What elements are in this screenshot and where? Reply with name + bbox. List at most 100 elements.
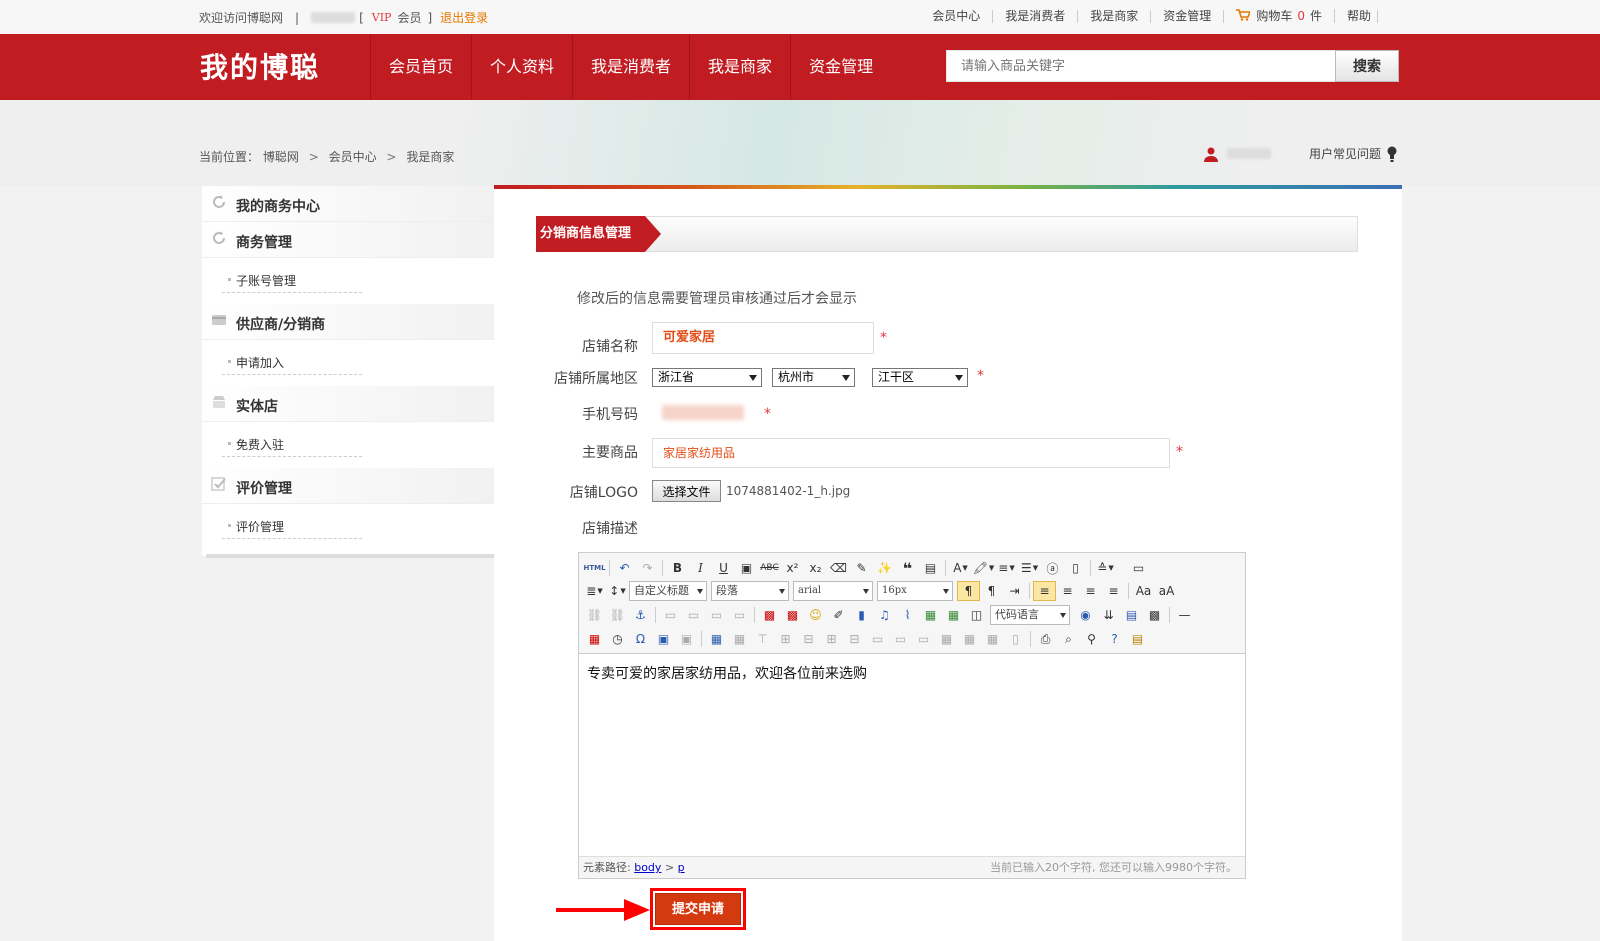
sidebar-section-reviews[interactable]: 评价管理 [202, 468, 494, 504]
cart-link[interactable]: 购物车 0 件 [1224, 9, 1335, 23]
highlight-color-icon[interactable]: 🖍 ▼ [972, 558, 995, 578]
choose-file-button[interactable]: 选择文件 [652, 480, 721, 502]
paragraph-spacing-icon[interactable]: ≣ ▼ [583, 581, 606, 601]
submit-application-button[interactable]: 提交申请 [655, 893, 741, 925]
split-cols-icon[interactable]: ▦ [981, 629, 1004, 649]
video-icon[interactable]: ▮ [850, 605, 873, 625]
tab-distributor-info[interactable]: 分销商信息管理 [536, 216, 662, 252]
snapscreen-icon[interactable]: ▣ [652, 629, 675, 649]
strikethrough-icon[interactable]: ABC [758, 558, 781, 578]
uppercase-icon[interactable]: Aa [1132, 581, 1155, 601]
horizontal-rule-icon[interactable]: — [1173, 605, 1196, 625]
template-icon[interactable]: ▤ [1120, 605, 1143, 625]
district-select[interactable]: 江干区 [872, 368, 968, 387]
auto-format-icon[interactable]: ✨ [873, 558, 896, 578]
image-left-icon[interactable]: ▭ [682, 605, 705, 625]
toplink-member-center[interactable]: 会员中心 [920, 9, 994, 23]
insert-col-icon[interactable]: ⊞ [820, 629, 843, 649]
toplink-funds[interactable]: 资金管理 [1151, 9, 1225, 23]
drafts-icon[interactable]: ▤ [1126, 629, 1149, 649]
image-center-icon[interactable]: ▭ [728, 605, 751, 625]
eraser-icon[interactable]: ⌫ [827, 558, 850, 578]
insert-row-icon[interactable]: ⊞ [774, 629, 797, 649]
editor-content[interactable]: 专卖可爱的家居家纺用品，欢迎各位前来选购 [587, 663, 867, 683]
multi-image-icon[interactable]: ▩ [781, 605, 804, 625]
format-brush-icon[interactable]: ✎ [850, 558, 873, 578]
select-all-icon[interactable]: ⓐ [1041, 558, 1064, 578]
sidebar-section-business-mgmt[interactable]: 商务管理 [202, 222, 494, 258]
sidebar-item-apply-join[interactable]: 申请加入 [202, 340, 494, 386]
align-right-icon[interactable]: ≡ [1079, 581, 1102, 601]
nav-item-member-home[interactable]: 会员首页 [370, 34, 471, 100]
nav-item-profile[interactable]: 个人资料 [471, 34, 572, 100]
nav-item-consumer[interactable]: 我是消费者 [572, 34, 689, 100]
merge-right-icon[interactable]: ▭ [889, 629, 912, 649]
preview-search-icon[interactable]: ⌕ [1057, 629, 1080, 649]
nav-item-funds[interactable]: 资金管理 [790, 34, 891, 100]
unordered-list-icon[interactable]: ☰ ▼ [1018, 558, 1041, 578]
help-link[interactable]: 帮助 [1335, 9, 1378, 23]
ordered-list-icon[interactable]: ≡ ▼ [995, 558, 1018, 578]
paragraph-select[interactable]: 段落 [711, 581, 789, 601]
faq-link[interactable]: 用户常见问题 [1309, 145, 1381, 162]
sidebar-item-reviews[interactable]: 评价管理 [202, 504, 494, 550]
row-spacing-icon[interactable]: ≙ ▼ [1094, 558, 1117, 578]
blockquote-icon[interactable]: ❝ [896, 558, 919, 578]
font-border-icon[interactable]: ▣ [735, 558, 758, 578]
site-logo[interactable]: 我的博聪 [200, 46, 320, 86]
insert-paragraph-before-table-icon[interactable]: ⊤ [751, 629, 774, 649]
toplink-consumer[interactable]: 我是消费者 [993, 9, 1079, 23]
align-left-icon[interactable]: ≡ [1033, 581, 1056, 601]
frame-icon[interactable]: ◫ [965, 605, 988, 625]
lowercase-icon[interactable]: aA [1155, 581, 1178, 601]
rtl-direction-icon[interactable]: ¶ [980, 581, 1003, 601]
clear-doc-icon[interactable]: ▯ [1064, 558, 1087, 578]
breadcrumb-member-center[interactable]: 会员中心 [329, 150, 377, 164]
main-goods-input[interactable]: 家居家纺用品 [652, 438, 1170, 468]
toplink-merchant[interactable]: 我是商家 [1078, 9, 1152, 23]
paste-text-icon[interactable]: ▤ [919, 558, 942, 578]
delete-table-icon[interactable]: ▦ [728, 629, 751, 649]
sidebar-section-business-center[interactable]: 我的商务中心 [202, 186, 494, 222]
special-chars-icon[interactable]: Ω [629, 629, 652, 649]
italic-icon[interactable]: I [689, 558, 712, 578]
line-height-icon[interactable]: ↕ ▼ [606, 581, 629, 601]
sidebar-item-free-entry[interactable]: 免费入驻 [202, 422, 494, 468]
subscript-icon[interactable]: x₂ [804, 558, 827, 578]
google-map-icon[interactable]: ▦ [942, 605, 965, 625]
breadcrumb-merchant[interactable]: 我是商家 [406, 150, 454, 164]
spechars-icon[interactable]: ▣ [675, 629, 698, 649]
sidebar-section-supplier[interactable]: 供应商/分销商 [202, 304, 494, 340]
link-icon[interactable]: ⛓ [583, 605, 606, 625]
image-right-icon[interactable]: ▭ [705, 605, 728, 625]
map-icon[interactable]: ▦ [919, 605, 942, 625]
redo-icon[interactable]: ↷ [636, 558, 659, 578]
logout-link[interactable]: 退出登录 [440, 9, 488, 26]
music-icon[interactable]: ♫ [873, 605, 896, 625]
search-input[interactable] [947, 51, 1327, 81]
sidebar-item-subaccount[interactable]: 子账号管理 [202, 258, 494, 304]
emoticon-icon[interactable]: ☺ [804, 605, 827, 625]
anchor-icon[interactable]: ⚓ [629, 605, 652, 625]
code-language-select[interactable]: 代码语言 [990, 605, 1070, 625]
scrawl-icon[interactable]: ✐ [827, 605, 850, 625]
font-color-icon[interactable]: A ▼ [949, 558, 972, 578]
delete-col-icon[interactable]: ⊟ [843, 629, 866, 649]
preview-icon[interactable]: ▭ [1127, 558, 1150, 578]
underline-icon[interactable]: U [712, 558, 735, 578]
breadcrumb-home[interactable]: 博聪网 [263, 150, 299, 164]
search-button[interactable]: 搜索 [1335, 50, 1399, 82]
print-icon[interactable]: ⎙ [1034, 629, 1057, 649]
insert-table-icon[interactable]: ▦ [705, 629, 728, 649]
merge-down-icon[interactable]: ▭ [912, 629, 935, 649]
help-icon[interactable]: ? [1103, 629, 1126, 649]
align-center-icon[interactable]: ≡ [1056, 581, 1079, 601]
search-replace-icon[interactable]: ⚲ [1080, 629, 1103, 649]
split-rows-icon[interactable]: ▦ [958, 629, 981, 649]
time-icon[interactable]: ◷ [606, 629, 629, 649]
word-image-icon[interactable]: ▩ [1143, 605, 1166, 625]
delete-row-icon[interactable]: ⊟ [797, 629, 820, 649]
undo-icon[interactable]: ↶ [613, 558, 636, 578]
sidebar-section-store[interactable]: 实体店 [202, 386, 494, 422]
merge-cells-icon[interactable]: ▭ [866, 629, 889, 649]
